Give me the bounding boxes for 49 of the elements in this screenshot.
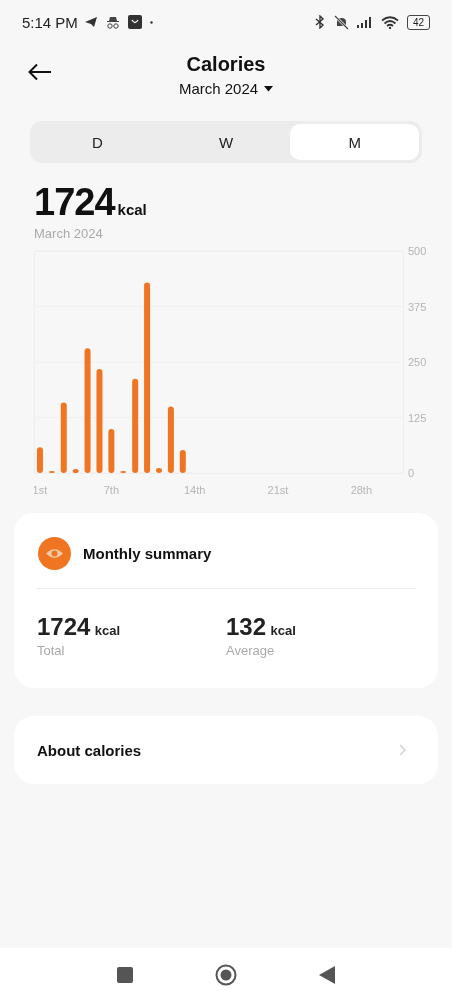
dot-icon xyxy=(149,20,153,24)
x-tick-label: 21st xyxy=(267,484,289,496)
send-icon xyxy=(83,16,98,28)
stat-unit: kcal xyxy=(94,623,121,638)
wifi-icon xyxy=(380,15,399,29)
stat-label: Average xyxy=(226,643,276,658)
total-period: March 2024 xyxy=(34,226,104,241)
stat-unit: kcal xyxy=(270,623,296,638)
x-tick-label: 1st xyxy=(34,484,48,496)
period-dropdown[interactable]: March 2024 xyxy=(178,80,274,97)
period-tab[interactable]: D xyxy=(33,124,162,160)
y-tick-label: 0 xyxy=(408,467,415,479)
stat-label: Total xyxy=(37,643,66,658)
chart-bar xyxy=(108,429,115,473)
chart-bar xyxy=(179,449,186,473)
home-button-icon[interactable] xyxy=(215,964,237,986)
summary-title: Monthly summary xyxy=(83,545,212,562)
about-calories-row[interactable]: About calories xyxy=(14,716,438,784)
x-tick-label: 14th xyxy=(184,484,206,496)
x-tick-label: 28th xyxy=(350,484,373,496)
stat-value: 1724 xyxy=(37,613,91,640)
battery-indicator: 42 xyxy=(406,14,430,30)
caret-icon xyxy=(264,85,274,92)
bluetooth-icon xyxy=(313,15,326,29)
period-tab[interactable]: M xyxy=(290,124,419,160)
period-tab[interactable]: W xyxy=(161,124,291,160)
signal-icon xyxy=(356,16,373,28)
incognito-icon xyxy=(105,15,120,29)
chart-bar xyxy=(36,447,43,473)
bag-icon xyxy=(127,15,142,29)
y-tick-label: 250 xyxy=(408,356,427,368)
x-tick-label: 7th xyxy=(103,484,119,496)
chart-bar xyxy=(72,469,79,473)
chart-bar xyxy=(167,406,174,473)
chevron-right-icon xyxy=(399,744,406,756)
chart-bar xyxy=(60,402,67,473)
eye-icon xyxy=(38,537,71,570)
total-unit: kcal xyxy=(117,201,147,218)
status-time: 5:14 PM xyxy=(22,13,78,31)
y-tick-label: 125 xyxy=(408,411,427,424)
y-tick-label: 375 xyxy=(408,300,427,313)
y-tick-label: 500 xyxy=(408,245,427,257)
total-value: 1724 xyxy=(34,181,115,224)
back-button-icon[interactable] xyxy=(319,966,335,984)
muted-bell-icon xyxy=(333,14,349,30)
chart-bar xyxy=(156,468,162,473)
stat-value: 132 xyxy=(226,613,267,640)
page-title: Calories xyxy=(186,53,266,76)
back-arrow-icon[interactable] xyxy=(28,63,52,81)
